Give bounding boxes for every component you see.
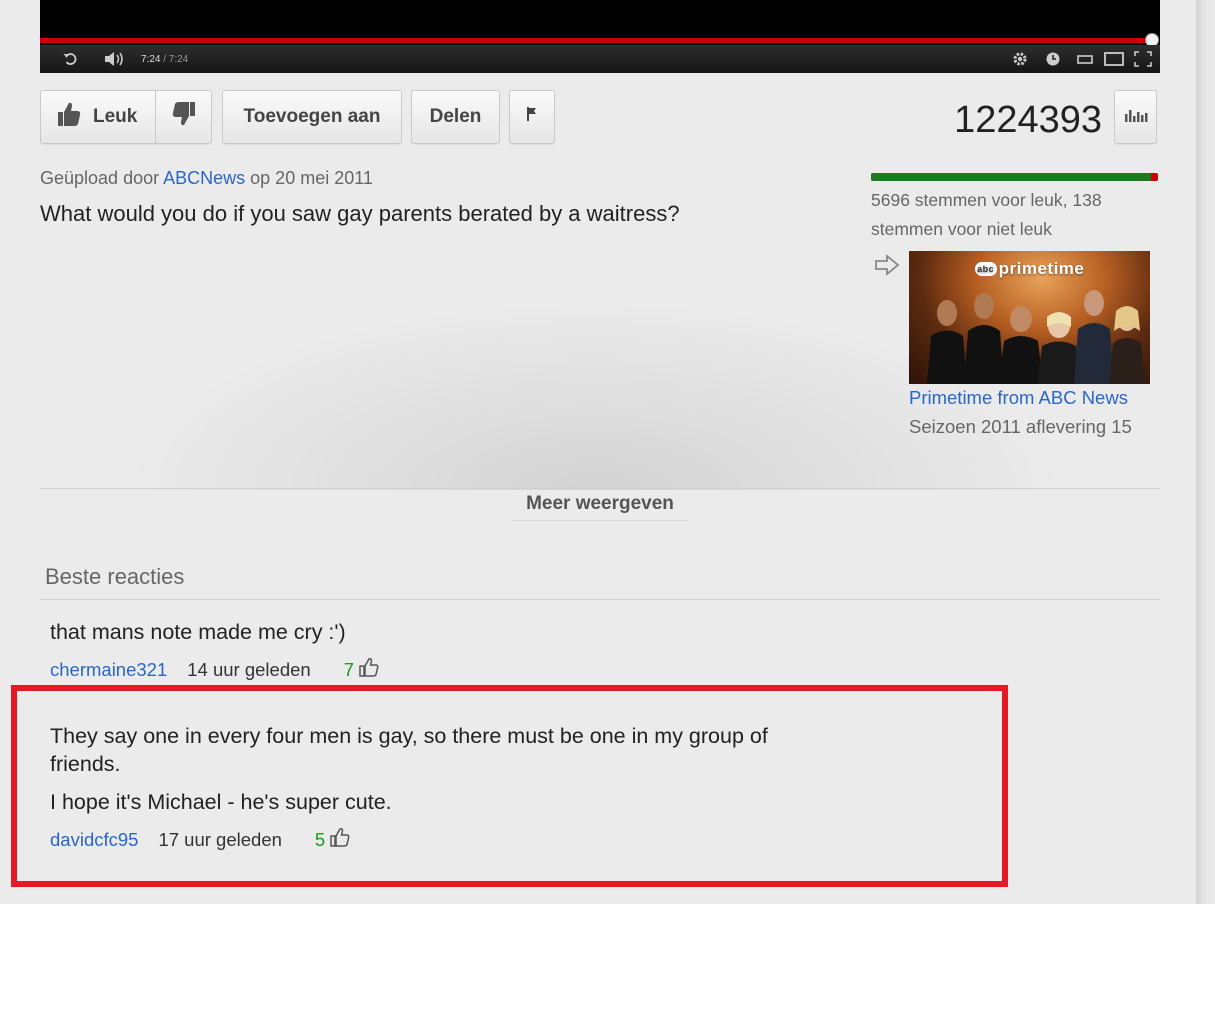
- comment-meta: chermaine321 14 uur geleden 7: [50, 657, 379, 682]
- stats-button[interactable]: [1114, 90, 1157, 144]
- dislike-button[interactable]: [155, 90, 212, 144]
- thumbs-up-outline-icon[interactable]: [359, 657, 379, 682]
- comments-heading: Beste reacties: [45, 564, 185, 589]
- watch-later-icon[interactable]: [1046, 45, 1060, 73]
- page-edge: [1196, 0, 1215, 904]
- thumbs-down-icon: [172, 101, 196, 133]
- flag-button[interactable]: [509, 90, 555, 144]
- comment-author-link[interactable]: chermaine321: [50, 659, 167, 681]
- large-player-icon[interactable]: [1104, 45, 1124, 73]
- like-ratio-fill: [871, 173, 1152, 181]
- vote-counts: 5696 stemmen voor leuk, 138 stemmen voor…: [871, 190, 1102, 239]
- highlight-box: [11, 685, 1008, 887]
- upload-info: Geüpload door ABCNews op 20 mei 2011: [40, 168, 373, 189]
- like-button[interactable]: Leuk: [40, 90, 156, 144]
- thumbnail-people: [927, 290, 1145, 384]
- duration: / 7:24: [163, 53, 189, 65]
- show-more-button[interactable]: Meer weergeven: [512, 489, 688, 521]
- upload-prefix: Geüpload door: [40, 168, 160, 188]
- add-to-button[interactable]: Toevoegen aan: [222, 90, 402, 144]
- comment-like-count: 7: [343, 658, 354, 680]
- video-player[interactable]: 7:24 / 7:24: [40, 0, 1160, 73]
- divider: [40, 599, 1160, 600]
- thumbs-up-icon: [57, 101, 81, 133]
- player-controls: 7:24 / 7:24: [40, 45, 1160, 73]
- comment-likes[interactable]: 7: [344, 657, 379, 682]
- channel-link[interactable]: ABCNews: [163, 168, 245, 188]
- small-player-icon[interactable]: [1077, 45, 1093, 73]
- show-title-link[interactable]: Primetime from ABC News: [909, 387, 1128, 409]
- bar-chart-icon: [1124, 106, 1148, 128]
- comment-line: that mans note made me cry :'): [50, 620, 346, 644]
- show-thumbnail[interactable]: abc primetime: [909, 251, 1150, 384]
- show-episode: Seizoen 2011 aflevering 15: [909, 416, 1132, 437]
- gear-icon[interactable]: [1012, 45, 1028, 73]
- comment-time: 14 uur geleden: [187, 658, 311, 680]
- page: 7:24 / 7:24 Leuk Toevoegen aan Delen 122…: [0, 0, 1196, 904]
- flag-icon: [526, 106, 538, 128]
- time-display: 7:24 / 7:24: [141, 45, 188, 73]
- upload-date: op 20 mei 2011: [250, 168, 373, 188]
- share-button[interactable]: Delen: [411, 90, 500, 144]
- fullscreen-icon[interactable]: [1134, 45, 1152, 73]
- progress-fill: [40, 38, 1152, 43]
- view-count: 1224393: [954, 99, 1102, 141]
- like-ratio-bar: [871, 173, 1158, 181]
- replay-icon[interactable]: [62, 45, 78, 73]
- current-time: 7:24: [141, 53, 161, 65]
- arrow-right-icon: [874, 253, 900, 282]
- like-label: Leuk: [93, 106, 138, 127]
- comment-text: that mans note made me cry :'): [50, 618, 346, 646]
- video-description: What would you do if you saw gay parents…: [40, 201, 680, 226]
- progress-bar[interactable]: [40, 38, 1152, 43]
- volume-icon[interactable]: [104, 45, 126, 73]
